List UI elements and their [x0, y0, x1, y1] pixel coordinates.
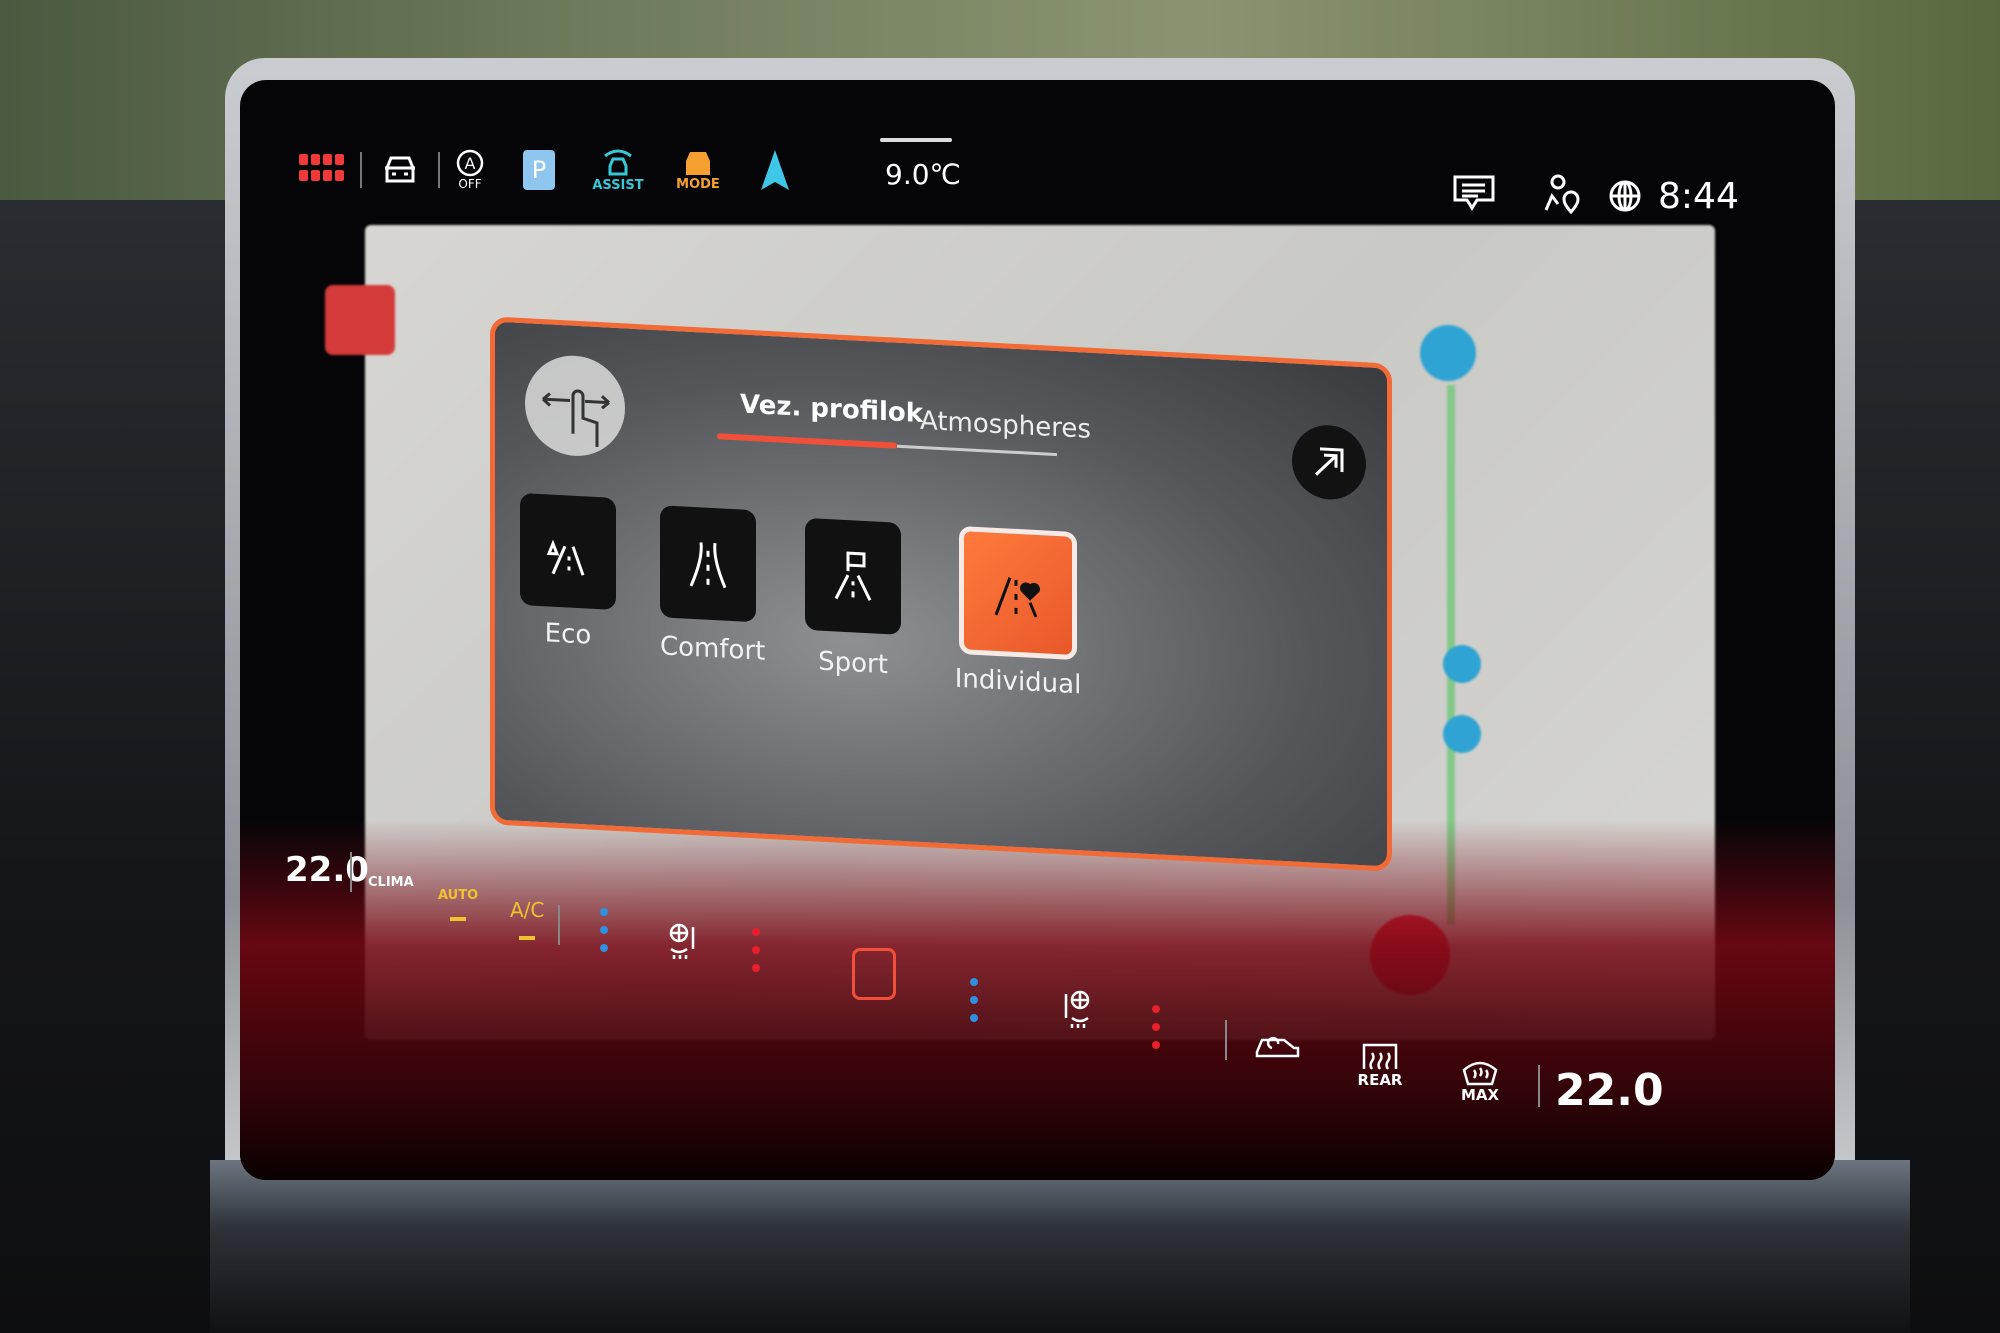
car-icon[interactable] — [375, 148, 425, 192]
auto-button[interactable]: AUTO — [438, 888, 478, 921]
max-defrost-button[interactable]: MAX — [1452, 1050, 1508, 1110]
ac-button[interactable]: A/C — [510, 898, 544, 940]
clima-button[interactable]: CLIMA — [368, 875, 414, 890]
apps-grid-icon[interactable] — [298, 152, 346, 186]
drive-profiles-popup: Vez. profilok Atmospheres Eco Comfort Sp… — [490, 316, 1392, 872]
lower-trim — [210, 1160, 1910, 1333]
expand-button[interactable] — [1292, 423, 1366, 502]
rear-defrost-button[interactable]: REAR — [1352, 1035, 1408, 1095]
navigation-arrow-icon[interactable] — [755, 148, 795, 194]
right-heating-level[interactable] — [1152, 1005, 1160, 1049]
right-seat-ventilation-icon[interactable] — [1055, 985, 1099, 1035]
profile-sport[interactable]: Sport — [805, 517, 901, 681]
right-temperature[interactable]: 22.0 — [1555, 1065, 1664, 1116]
divider — [350, 852, 352, 892]
active-tab-indicator — [717, 433, 897, 449]
drive-mode-button[interactable]: MODE — [670, 142, 726, 198]
svg-text:A: A — [465, 154, 476, 173]
tab-drive-profiles[interactable]: Vez. profilok — [740, 389, 923, 429]
rear-defrost-icon — [1362, 1043, 1398, 1070]
user-location-icon[interactable] — [1540, 172, 1584, 216]
expand-icon — [1314, 447, 1344, 476]
profile-eco[interactable]: Eco — [520, 492, 616, 652]
divider — [360, 152, 362, 188]
route-marker — [1420, 325, 1476, 381]
auto-indicator — [450, 917, 467, 921]
divider — [438, 152, 440, 188]
eco-road-icon — [520, 492, 616, 610]
profile-label: Comfort — [660, 631, 766, 667]
mode-label: MODE — [676, 176, 720, 192]
recirculation-icon — [1255, 1036, 1300, 1058]
recirculation-button[interactable] — [1252, 1025, 1302, 1065]
message-icon[interactable] — [1450, 172, 1498, 216]
ac-indicator — [519, 936, 536, 940]
drag-handle[interactable] — [880, 138, 952, 142]
outside-temperature: 9.0℃ — [885, 158, 961, 191]
left-cooling-level[interactable] — [600, 908, 608, 952]
auto-hold-off-button[interactable]: A OFF — [445, 144, 495, 196]
tab-atmospheres[interactable]: Atmospheres — [920, 406, 1091, 445]
profile-comfort[interactable]: Comfort — [660, 505, 765, 667]
auto-label: AUTO — [438, 888, 479, 903]
infotainment-screen: A OFF P ASSIST MODE 9.0℃ 8:44 Vez. profi… — [240, 80, 1835, 1180]
front-defrost-icon — [1462, 1061, 1498, 1086]
ac-label: A/C — [510, 898, 545, 922]
left-temperature[interactable]: 22.0 — [285, 850, 369, 890]
auto-hold-label: OFF — [458, 177, 482, 191]
map-side-button[interactable] — [325, 285, 395, 355]
assist-label: ASSIST — [592, 177, 644, 193]
rear-label: REAR — [1357, 1071, 1403, 1089]
profile-label: Sport — [818, 646, 888, 681]
max-label: MAX — [1460, 1086, 1500, 1104]
swipe-gesture-icon — [525, 353, 625, 459]
profile-label: Individual — [954, 663, 1082, 701]
parking-label: P — [531, 156, 547, 184]
profile-individual[interactable]: Individual — [953, 525, 1083, 701]
assist-button[interactable]: ASSIST — [590, 142, 646, 198]
parking-button[interactable]: P — [523, 150, 555, 190]
divider — [558, 905, 560, 945]
right-cooling-level[interactable] — [970, 978, 978, 1022]
tab-track — [897, 444, 1057, 457]
divider — [1225, 1020, 1227, 1060]
profile-label: Eco — [544, 618, 592, 651]
left-seat-ventilation-icon[interactable] — [660, 918, 704, 964]
divider — [1538, 1065, 1540, 1107]
sport-flag-road-icon — [805, 517, 901, 635]
home-button[interactable] — [852, 948, 896, 1000]
climate-bar-background — [240, 820, 1835, 1180]
individual-heart-road-icon — [959, 525, 1077, 661]
clock: 8:44 — [1658, 176, 1739, 217]
globe-icon[interactable] — [1605, 176, 1645, 216]
left-heating-level[interactable] — [752, 928, 760, 972]
comfort-road-icon — [660, 505, 756, 623]
